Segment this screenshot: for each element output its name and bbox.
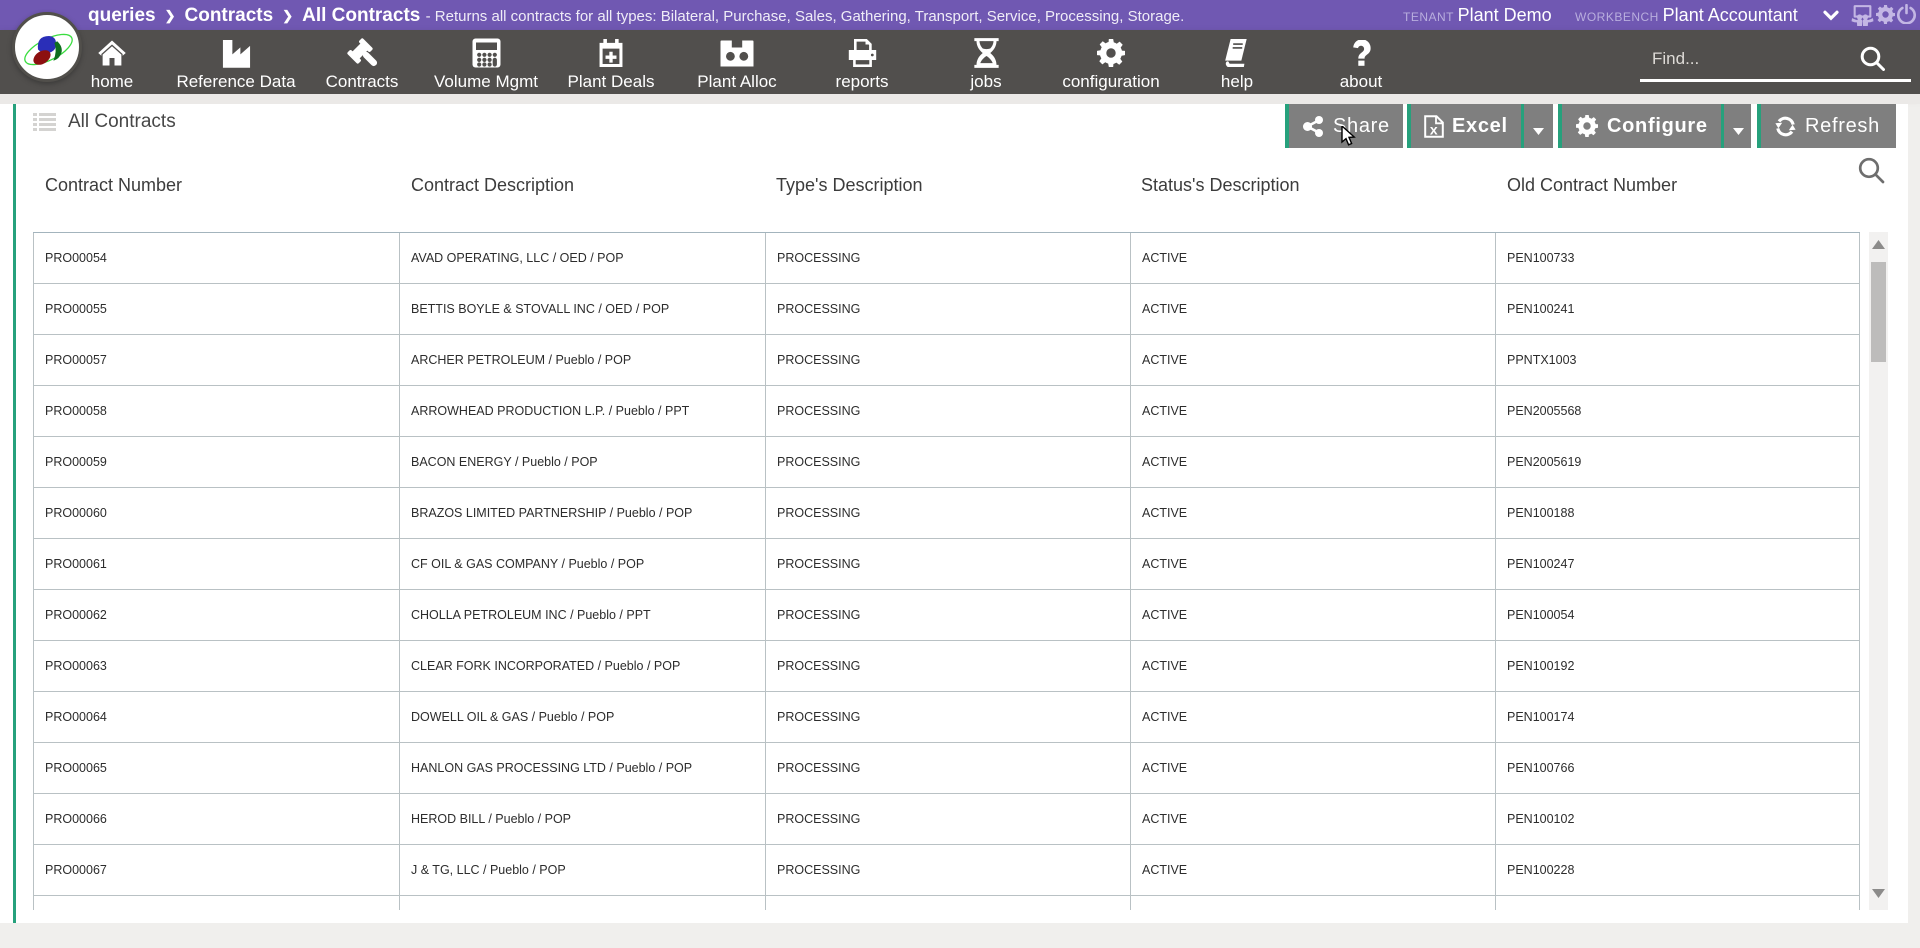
svg-text:x: x — [1430, 121, 1438, 137]
